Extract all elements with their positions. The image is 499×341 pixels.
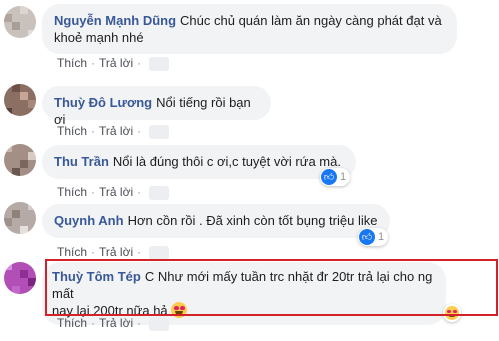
- comment-text: Nổi là đúng thôi c ơi,c tuyệt vời rứa mà…: [112, 154, 341, 169]
- comment-author[interactable]: Thu Trần: [54, 154, 109, 169]
- reply-link[interactable]: Trả lời: [99, 316, 133, 330]
- timestamp-blurred: [149, 245, 170, 260]
- highlight-box: [45, 259, 498, 316]
- timestamp-blurred: [149, 124, 170, 139]
- comment-bubble: Thu Trần Nổi là đúng thôi c ơi,c tuyệt vờ…: [42, 145, 356, 179]
- reply-link[interactable]: Trả lời: [99, 56, 133, 70]
- reply-link[interactable]: Trả lời: [99, 245, 133, 259]
- comment-actions: Thích · Trả lời ·: [57, 56, 170, 71]
- comment-actions: Thích · Trả lời ·: [57, 316, 170, 331]
- comment-actions: Thích · Trả lời ·: [57, 245, 170, 260]
- comment-actions: Thích · Trả lời ·: [57, 185, 170, 200]
- avatar[interactable]: [4, 144, 36, 176]
- separator: ·: [91, 316, 96, 330]
- like-link[interactable]: Thích: [57, 185, 87, 199]
- comment-author[interactable]: Quynh Anh: [54, 213, 124, 228]
- like-link[interactable]: Thích: [57, 56, 87, 70]
- comment-text: Hơn cồn rồi . Đã xinh còn tốt bụng triệu…: [127, 213, 378, 228]
- avatar[interactable]: [4, 202, 36, 234]
- reaction-count[interactable]: 👍︎ 1: [320, 168, 351, 186]
- like-link[interactable]: Thích: [57, 245, 87, 259]
- comment-bubble: Nguyễn Mạnh Dũng Chúc chủ quán làm ăn ngà…: [42, 4, 457, 54]
- timestamp-blurred: [149, 185, 170, 200]
- avatar[interactable]: [4, 262, 36, 294]
- separator: ·: [91, 124, 96, 138]
- reply-link[interactable]: Trả lời: [99, 185, 133, 199]
- like-icon: 👍︎: [359, 229, 375, 245]
- separator: ·: [91, 56, 96, 70]
- separator: ·: [137, 185, 142, 199]
- avatar[interactable]: [4, 6, 36, 38]
- timestamp-blurred: [149, 316, 170, 331]
- separator: ·: [91, 245, 96, 259]
- comment-author[interactable]: Thuỳ Đô Lương: [54, 95, 152, 110]
- comment-author[interactable]: Nguyễn Mạnh Dũng: [54, 13, 176, 28]
- separator: ·: [137, 245, 142, 259]
- reaction-count[interactable]: 👍︎ 1: [358, 228, 389, 246]
- reply-link[interactable]: Trả lời: [99, 124, 133, 138]
- like-link[interactable]: Thích: [57, 316, 87, 330]
- separator: ·: [137, 56, 142, 70]
- like-icon: 👍︎: [321, 169, 337, 185]
- reaction-number: 1: [378, 231, 385, 243]
- separator: ·: [91, 185, 96, 199]
- timestamp-blurred: [149, 56, 170, 71]
- like-link[interactable]: Thích: [57, 124, 87, 138]
- separator: ·: [137, 124, 142, 138]
- comment-actions: Thích · Trả lời ·: [57, 124, 170, 139]
- comment-bubble: Quynh Anh Hơn cồn rồi . Đã xinh còn tốt b…: [42, 204, 390, 238]
- separator: ·: [137, 316, 142, 330]
- avatar[interactable]: [4, 84, 36, 116]
- reaction-number: 1: [340, 171, 347, 183]
- comment-bubble: Thuỳ Đô Lương Nổi tiếng rồi bạn ơi: [42, 86, 271, 127]
